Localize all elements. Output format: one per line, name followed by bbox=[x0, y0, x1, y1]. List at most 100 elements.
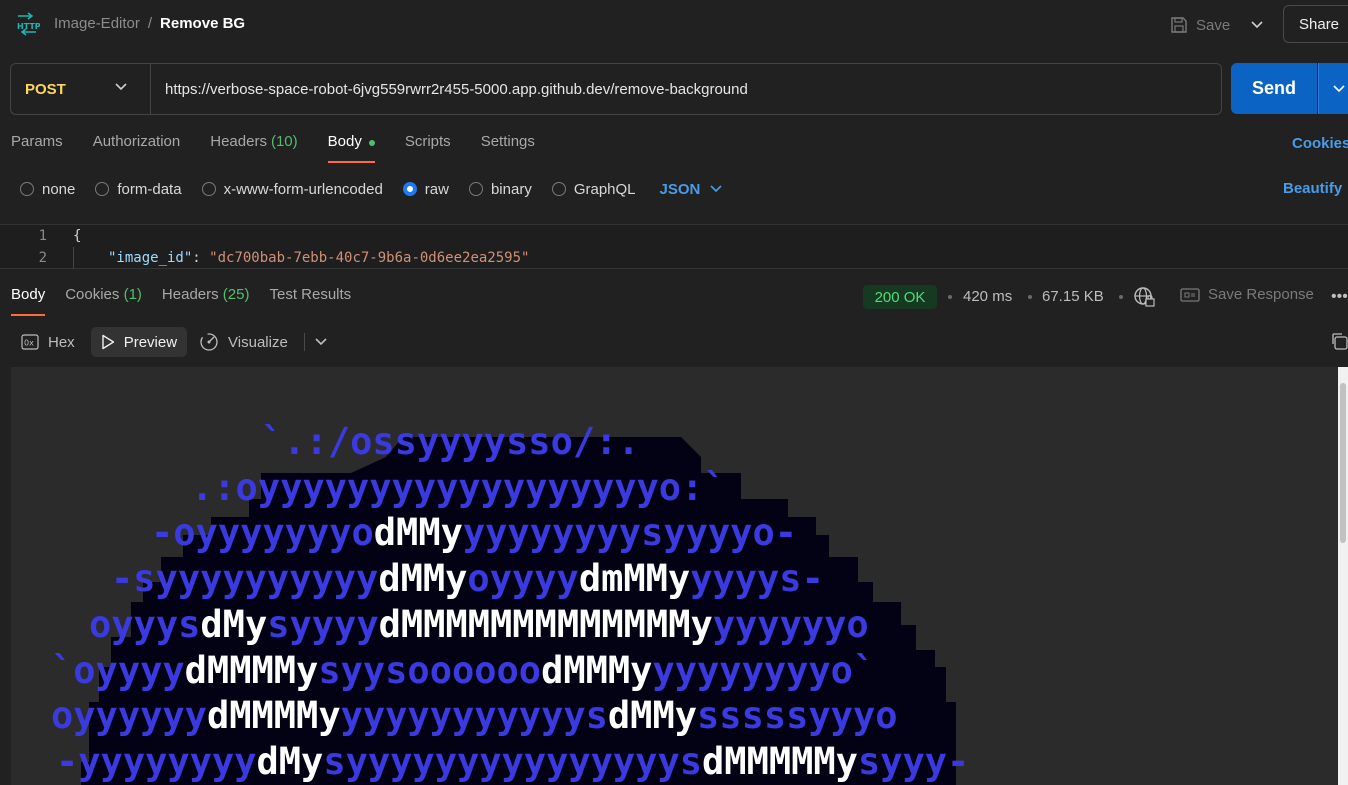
body-type-binary[interactable]: binary bbox=[468, 181, 532, 198]
save-response-label: Save Response bbox=[1208, 286, 1314, 303]
chevron-down-icon bbox=[1251, 21, 1263, 29]
save-response-button[interactable]: Save Response bbox=[1180, 286, 1314, 303]
response-preview[interactable]: `.:/ossyyyysso/:. .:oyyyyyyyyyyyyyyyyyyo:… bbox=[11, 367, 1338, 785]
radio-button-selected[interactable] bbox=[402, 182, 417, 196]
response-tab-cookies[interactable]: Cookies (1) bbox=[65, 286, 142, 316]
chevron-down-icon bbox=[710, 185, 722, 193]
svg-text:HTTP: HTTP bbox=[17, 22, 40, 31]
ascii-art-segment: dMMy bbox=[607, 694, 698, 738]
ascii-art-line: `.:/ossyyyysso/:. bbox=[261, 419, 640, 465]
ascii-art-segment: `.:/ossyyyysso/:. bbox=[261, 420, 640, 463]
tab-count: (1) bbox=[123, 286, 142, 303]
ascii-art-line: -yyyyyyyydMysyyyyyyyyyyyyyyysdMMMMMysyyy… bbox=[56, 739, 969, 785]
radio-button[interactable] bbox=[551, 182, 566, 196]
svg-text:0x: 0x bbox=[24, 339, 34, 348]
send-button[interactable]: Send bbox=[1231, 63, 1317, 114]
radio-button[interactable] bbox=[95, 182, 110, 196]
body-type-raw[interactable]: raw bbox=[402, 181, 449, 198]
preview-view-button[interactable]: Preview bbox=[90, 327, 188, 357]
json-colon: : bbox=[192, 250, 210, 266]
scrollbar-thumb[interactable] bbox=[1340, 383, 1346, 543]
tab-count: (10) bbox=[270, 133, 298, 150]
response-tab-body[interactable]: Body bbox=[11, 286, 46, 316]
response-tabs: Body Cookies (1) Headers (25) Test Resul… bbox=[11, 286, 351, 316]
body-type-urlencoded[interactable]: x-www-form-urlencoded bbox=[201, 181, 383, 198]
ascii-art-line: oyyysdMysyyyydMMMMMMMMMMMMMyyyyyyyo bbox=[89, 602, 869, 648]
tab-label: Authorization bbox=[92, 133, 181, 150]
editor-line: 1 { bbox=[0, 225, 1348, 247]
tab-label: Body bbox=[327, 133, 362, 150]
tab-authorization[interactable]: Authorization bbox=[93, 133, 181, 163]
preview-scrollbar[interactable] bbox=[1338, 367, 1348, 785]
ascii-art-segment: dMMMMy bbox=[206, 694, 341, 738]
ascii-art-segment: dMMy bbox=[378, 557, 468, 601]
status-badge[interactable]: 200 OK bbox=[863, 285, 937, 309]
response-view-toolbar: 0x Hex Preview Visualize bbox=[11, 326, 331, 358]
http-request-icon: HTTP bbox=[17, 12, 40, 36]
url-input[interactable]: https://verbose-space-robot-6jvg559rwrr2… bbox=[151, 81, 748, 98]
tab-headers[interactable]: Headers (10) bbox=[210, 133, 297, 163]
tab-body[interactable]: Body bbox=[327, 133, 376, 163]
response-size[interactable]: 67.15 KB bbox=[1042, 288, 1104, 305]
top-bar: HTTP Image-Editor / Remove BG Save Share bbox=[0, 0, 1348, 50]
body-format-select[interactable]: JSON bbox=[660, 181, 723, 198]
response-time[interactable]: 420 ms bbox=[963, 288, 1012, 305]
save-options-button[interactable] bbox=[1244, 12, 1270, 38]
more-options-icon[interactable]: ••• bbox=[1331, 288, 1348, 306]
ascii-art-line: -oyyyyyyyodMMyyyyyyyyysyyyyo- bbox=[151, 510, 797, 556]
body-type-none[interactable]: none bbox=[20, 181, 75, 198]
radio-button[interactable] bbox=[20, 182, 34, 196]
ascii-art-segment: yyyyyyyyyyys bbox=[340, 694, 608, 738]
tab-label: Body bbox=[11, 286, 46, 303]
code-editor[interactable]: 1 { 2 "image_id": "dc700bab-7ebb-40c7-9b… bbox=[0, 224, 1348, 269]
response-tab-test-results[interactable]: Test Results bbox=[269, 286, 351, 316]
ascii-art-segment: dMMMy bbox=[541, 648, 653, 692]
radio-button[interactable] bbox=[468, 182, 483, 196]
tab-params[interactable]: Params bbox=[11, 133, 63, 163]
method-select[interactable]: POST bbox=[11, 64, 151, 114]
ascii-art-segment: yyyys- bbox=[690, 557, 824, 601]
hex-view-button[interactable]: 0x Hex bbox=[11, 327, 85, 357]
beautify-button[interactable]: Beautify bbox=[1283, 180, 1342, 197]
play-icon bbox=[101, 334, 114, 350]
body-type-form-data[interactable]: form-data bbox=[95, 181, 182, 198]
ascii-art-segment: dMMMMMy bbox=[702, 739, 858, 783]
breadcrumb: Image-Editor / Remove BG bbox=[54, 15, 245, 32]
url-bar: POST https://verbose-space-robot-6jvg559… bbox=[10, 63, 1222, 115]
ascii-art-segment: syyyy bbox=[267, 602, 379, 646]
copy-icon[interactable] bbox=[1330, 332, 1348, 350]
send-options-button[interactable] bbox=[1318, 63, 1348, 114]
view-options-dropdown[interactable] bbox=[311, 327, 331, 357]
line-number: 2 bbox=[38, 250, 47, 266]
preview-label: Preview bbox=[123, 333, 178, 351]
separator-dot bbox=[1119, 295, 1123, 299]
ascii-art-segment: sssssyyyo bbox=[697, 694, 898, 738]
response-tab-headers[interactable]: Headers (25) bbox=[162, 286, 250, 316]
share-button[interactable]: Share bbox=[1283, 5, 1348, 43]
radio-button[interactable] bbox=[201, 182, 216, 196]
modified-indicator-dot bbox=[368, 140, 375, 146]
divider bbox=[303, 333, 305, 351]
ascii-art-line: -syyyyyyyyyydMMyoyyyydmMMyyyyys- bbox=[111, 556, 824, 602]
separator-dot bbox=[948, 295, 952, 299]
hex-label: Hex bbox=[48, 333, 75, 351]
breadcrumb-collection[interactable]: Image-Editor bbox=[54, 15, 140, 32]
visualize-icon bbox=[200, 333, 218, 351]
tab-label: Headers bbox=[210, 133, 267, 150]
radio-label: GraphQL bbox=[573, 180, 636, 198]
ascii-art-line: oyyyyyydMMMMyyyyyyyyyyyysdMMysssssyyyo bbox=[51, 693, 898, 739]
separator-dot bbox=[1028, 295, 1032, 299]
cookies-link[interactable]: Cookies bbox=[1292, 135, 1348, 152]
ascii-art-segment: dMy bbox=[200, 602, 268, 646]
save-label: Save bbox=[1196, 16, 1231, 34]
save-button[interactable]: Save bbox=[1170, 12, 1230, 38]
network-globe-icon[interactable] bbox=[1133, 286, 1155, 308]
line-number: 1 bbox=[38, 228, 47, 244]
ascii-art-segment: dMMMMy bbox=[184, 648, 319, 692]
tab-scripts[interactable]: Scripts bbox=[405, 133, 451, 163]
save-icon bbox=[1171, 17, 1187, 33]
visualize-view-button[interactable]: Visualize bbox=[189, 327, 298, 357]
tab-settings[interactable]: Settings bbox=[481, 133, 535, 163]
body-type-graphql[interactable]: GraphQL bbox=[551, 180, 636, 198]
request-title[interactable]: Remove BG bbox=[160, 15, 245, 32]
